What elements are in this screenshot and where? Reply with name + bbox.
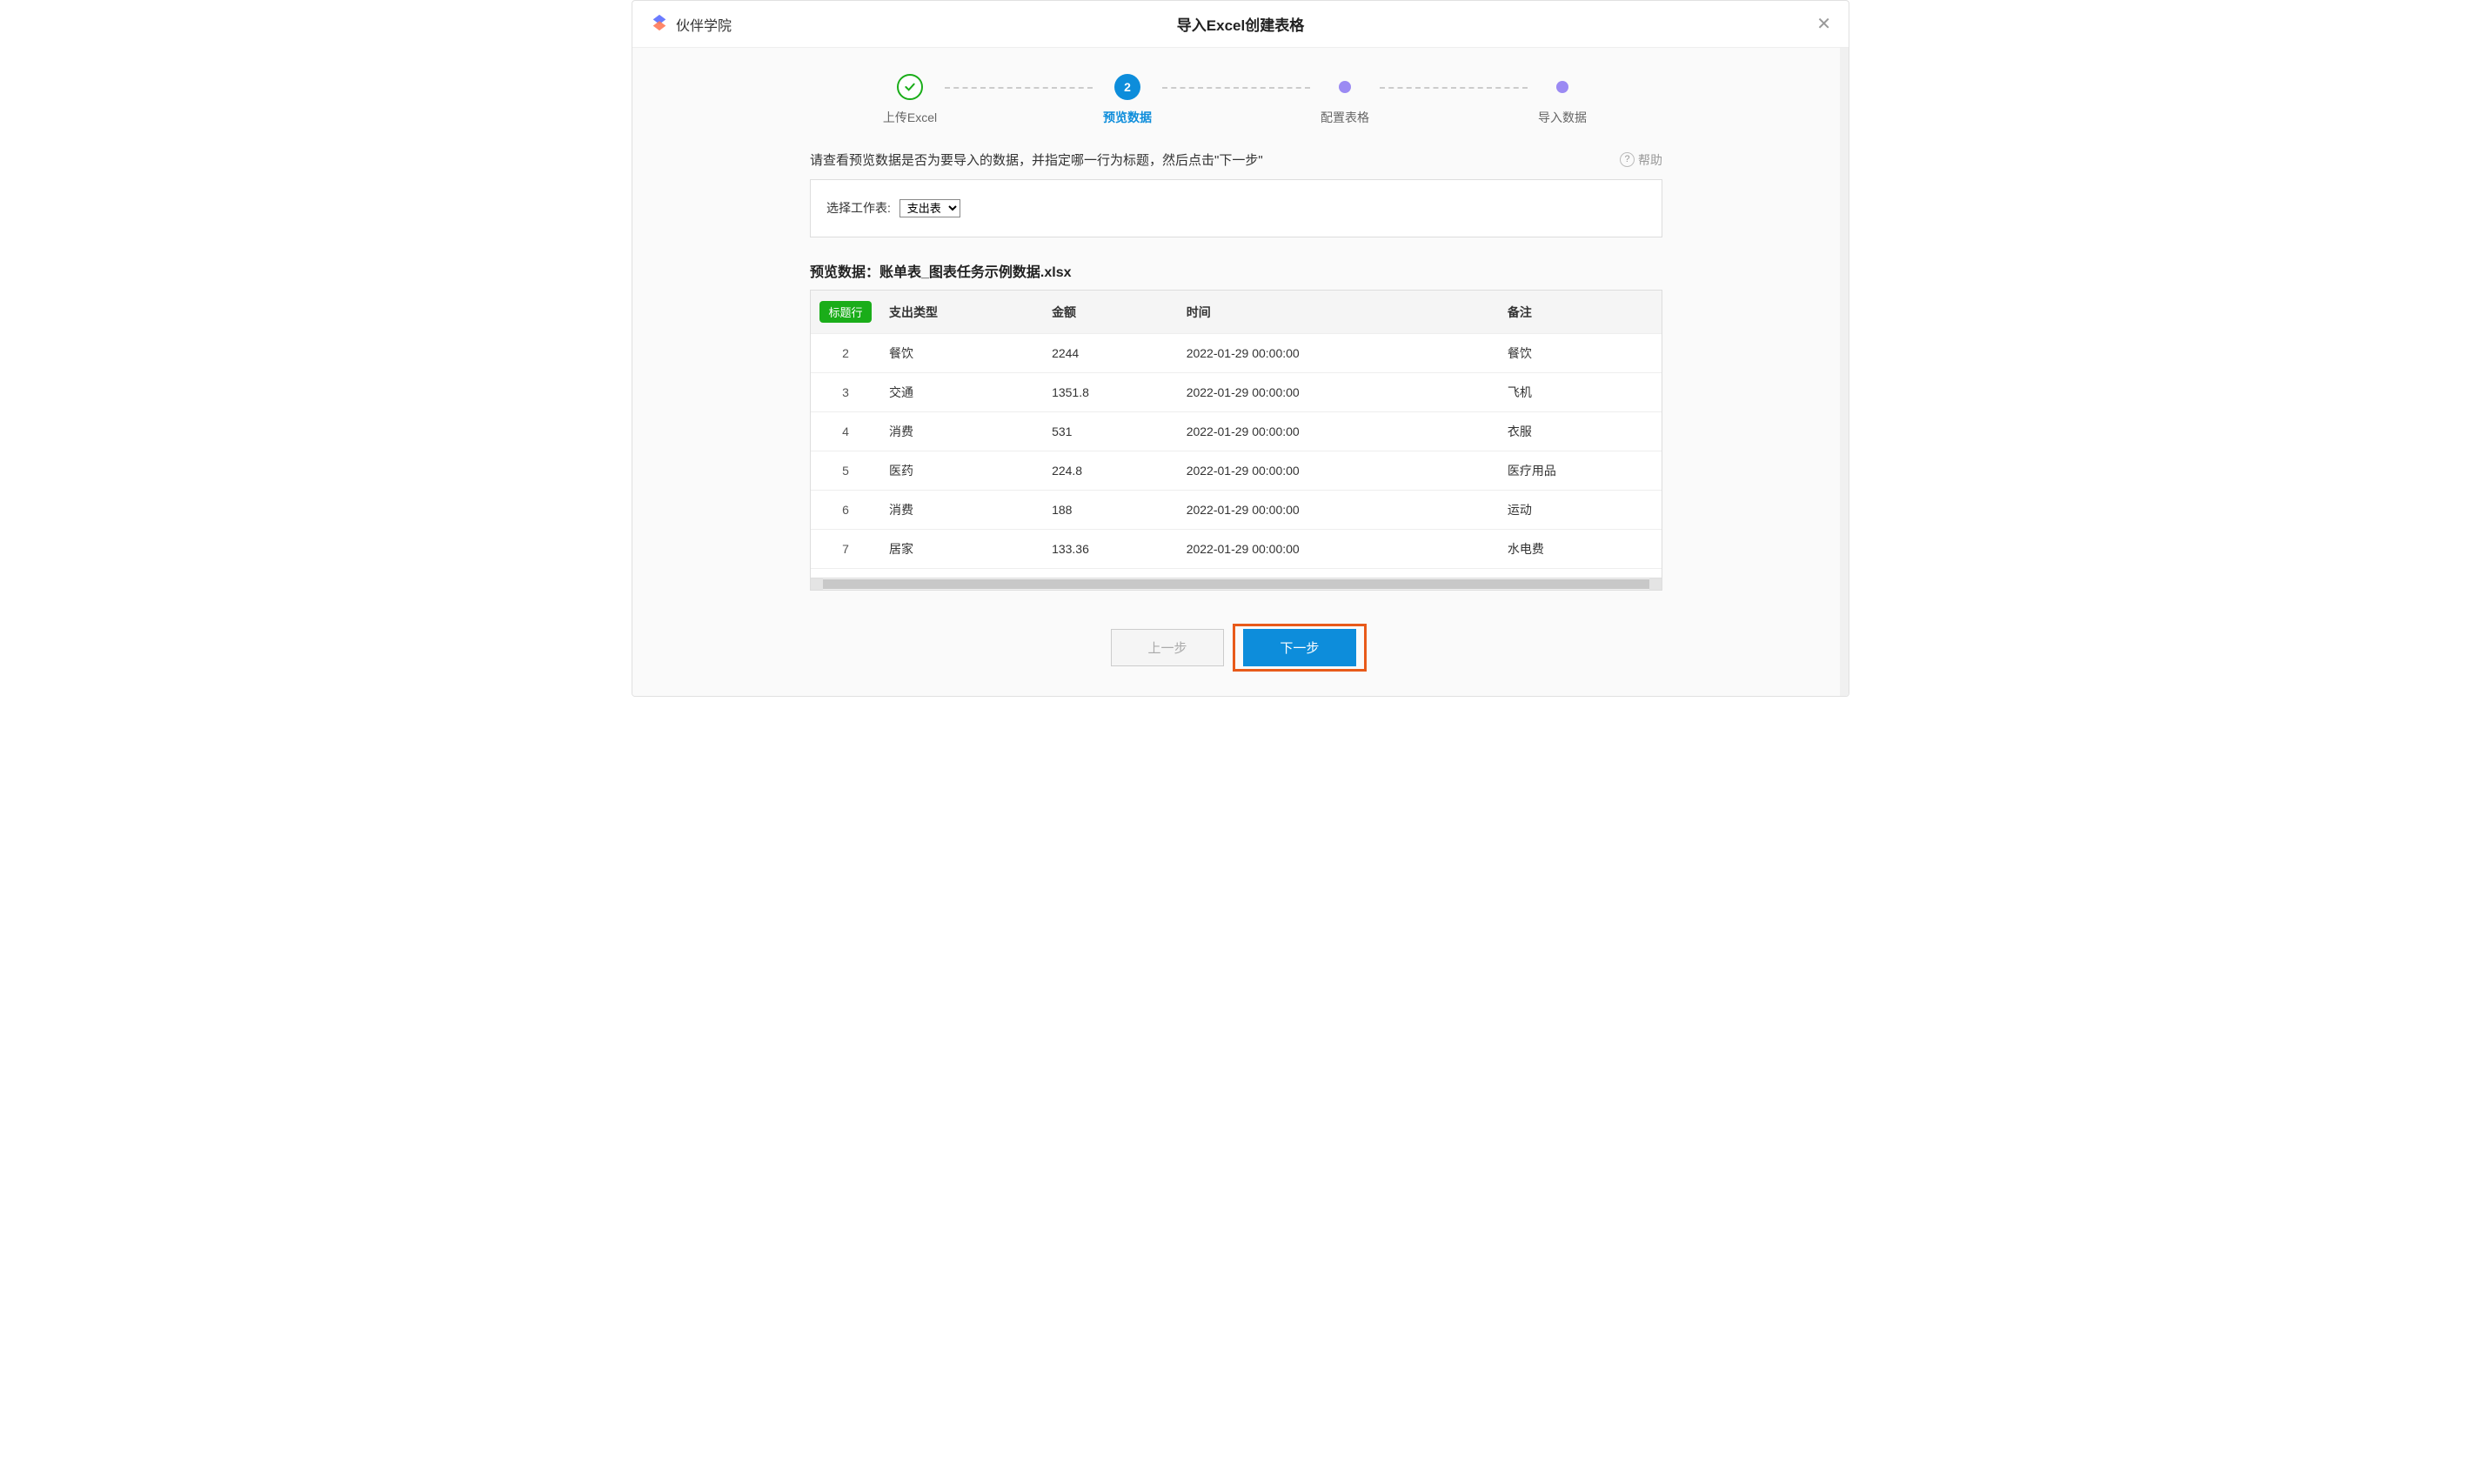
row-number: 4 xyxy=(811,412,880,451)
row-number: 3 xyxy=(811,373,880,412)
row-number: 6 xyxy=(811,491,880,530)
instruction-row: 请查看预览数据是否为要导入的数据，并指定哪一行为标题，然后点击"下一步" 帮助 xyxy=(810,150,1662,169)
table-cell: 2022-01-29 00:00:00 xyxy=(1178,569,1499,578)
instruction-text: 请查看预览数据是否为要导入的数据，并指定哪一行为标题，然后点击"下一步" xyxy=(810,150,1263,169)
table-cell: 医疗用品 xyxy=(1499,451,1662,491)
stepper: 上传Excel 2 预览数据 配置表格 导入数据 xyxy=(810,74,1662,126)
help-link[interactable]: 帮助 xyxy=(1620,151,1662,169)
table-row[interactable]: 6消费1882022-01-29 00:00:00运动 xyxy=(811,491,1662,530)
table-cell: 飞机 xyxy=(1499,373,1662,412)
table-cell: 娱乐 xyxy=(880,569,1043,578)
table-cell: 188 xyxy=(1043,491,1178,530)
preview-filename: 账单表_图表任务示例数据.xlsx xyxy=(879,265,1072,280)
header-row-badge: 标题行 xyxy=(819,301,871,323)
preview-table-scroll[interactable]: 标题行 支出类型 金额 时间 备注 2餐饮22442022-01-29 00:0… xyxy=(811,291,1662,578)
table-row[interactable]: 5医药224.82022-01-29 00:00:00医疗用品 xyxy=(811,451,1662,491)
checkmark-icon xyxy=(897,74,923,100)
table-cell: 2022-01-29 00:00:00 xyxy=(1178,373,1499,412)
table-cell: 224.8 xyxy=(1043,451,1178,491)
preview-table: 标题行 支出类型 金额 时间 备注 2餐饮22442022-01-29 00:0… xyxy=(811,291,1662,578)
table-row[interactable]: 7居家133.362022-01-29 00:00:00水电费 xyxy=(811,530,1662,569)
sheet-select[interactable]: 支出表 xyxy=(899,199,960,217)
column-header: 支出类型 xyxy=(880,291,1043,334)
scroll-left-icon[interactable] xyxy=(811,578,823,591)
step-upload: 上传Excel xyxy=(875,74,945,126)
row-number: 7 xyxy=(811,530,880,569)
step-dot-icon xyxy=(1556,81,1568,93)
table-cell: 2022-01-29 00:00:00 xyxy=(1178,412,1499,451)
table-cell: 2022-01-29 00:00:00 xyxy=(1178,491,1499,530)
table-row[interactable]: 8娱乐133.362022-01-29 00:00:00饮料 xyxy=(811,569,1662,578)
column-header: 时间 xyxy=(1178,291,1499,334)
table-cell: 1351.8 xyxy=(1043,373,1178,412)
step-preview: 2 预览数据 xyxy=(1093,74,1162,126)
step-divider xyxy=(1162,87,1310,89)
table-cell: 消费 xyxy=(880,412,1043,451)
table-cell: 饮料 xyxy=(1499,569,1662,578)
dialog-title: 导入Excel创建表格 xyxy=(1177,13,1304,35)
app-logo: 伙伴学院 xyxy=(650,13,732,35)
table-header-row[interactable]: 标题行 支出类型 金额 时间 备注 xyxy=(811,291,1662,334)
table-cell: 133.36 xyxy=(1043,530,1178,569)
table-cell: 衣服 xyxy=(1499,412,1662,451)
column-header: 金额 xyxy=(1043,291,1178,334)
table-cell: 运动 xyxy=(1499,491,1662,530)
dialog-header: 伙伴学院 导入Excel创建表格 ✕ xyxy=(632,1,1849,48)
header-badge-cell: 标题行 xyxy=(811,291,880,334)
table-cell: 消费 xyxy=(880,491,1043,530)
sheet-selector-label: 选择工作表: xyxy=(826,201,891,215)
table-cell: 医药 xyxy=(880,451,1043,491)
help-label: 帮助 xyxy=(1638,151,1662,169)
table-cell: 2022-01-29 00:00:00 xyxy=(1178,451,1499,491)
import-excel-dialog: 伙伴学院 导入Excel创建表格 ✕ 上传Excel 2 预览数据 xyxy=(632,0,1849,697)
sheet-selector-box: 选择工作表: 支出表 xyxy=(810,179,1662,237)
row-number: 8 xyxy=(811,569,880,578)
preview-table-wrap: 标题行 支出类型 金额 时间 备注 2餐饮22442022-01-29 00:0… xyxy=(810,290,1662,591)
step-label: 配置表格 xyxy=(1321,109,1369,126)
scroll-right-icon[interactable] xyxy=(1649,578,1662,591)
step-divider xyxy=(1380,87,1528,89)
table-cell: 2244 xyxy=(1043,334,1178,373)
table-cell: 531 xyxy=(1043,412,1178,451)
preview-title: 预览数据：账单表_图表任务示例数据.xlsx xyxy=(810,260,1662,281)
scroll-track[interactable] xyxy=(823,579,1649,589)
next-button[interactable]: 下一步 xyxy=(1243,629,1356,666)
row-number: 2 xyxy=(811,334,880,373)
prev-button[interactable]: 上一步 xyxy=(1111,629,1224,666)
next-button-highlight: 下一步 xyxy=(1233,624,1367,672)
step-number-icon: 2 xyxy=(1114,74,1140,100)
step-import: 导入数据 xyxy=(1528,74,1597,126)
step-label: 预览数据 xyxy=(1103,109,1152,126)
table-row[interactable]: 2餐饮22442022-01-29 00:00:00餐饮 xyxy=(811,334,1662,373)
step-label: 导入数据 xyxy=(1538,109,1587,126)
table-cell: 交通 xyxy=(880,373,1043,412)
step-dot-icon xyxy=(1339,81,1351,93)
table-cell: 2022-01-29 00:00:00 xyxy=(1178,334,1499,373)
app-logo-icon xyxy=(650,13,669,35)
table-cell: 餐饮 xyxy=(1499,334,1662,373)
button-row: 上一步 下一步 xyxy=(810,624,1662,672)
column-header: 备注 xyxy=(1499,291,1662,334)
step-label: 上传Excel xyxy=(883,109,937,126)
table-row[interactable]: 4消费5312022-01-29 00:00:00衣服 xyxy=(811,412,1662,451)
step-configure: 配置表格 xyxy=(1310,74,1380,126)
horizontal-scrollbar[interactable] xyxy=(811,578,1662,590)
dialog-body: 上传Excel 2 预览数据 配置表格 导入数据 xyxy=(632,48,1849,696)
table-row[interactable]: 3交通1351.82022-01-29 00:00:00飞机 xyxy=(811,373,1662,412)
table-cell: 餐饮 xyxy=(880,334,1043,373)
table-cell: 2022-01-29 00:00:00 xyxy=(1178,530,1499,569)
table-cell: 居家 xyxy=(880,530,1043,569)
table-cell: 133.36 xyxy=(1043,569,1178,578)
table-cell: 水电费 xyxy=(1499,530,1662,569)
app-name: 伙伴学院 xyxy=(676,14,732,35)
close-icon[interactable]: ✕ xyxy=(1816,16,1831,33)
preview-title-prefix: 预览数据： xyxy=(810,265,879,280)
step-divider xyxy=(945,87,1093,89)
row-number: 5 xyxy=(811,451,880,491)
